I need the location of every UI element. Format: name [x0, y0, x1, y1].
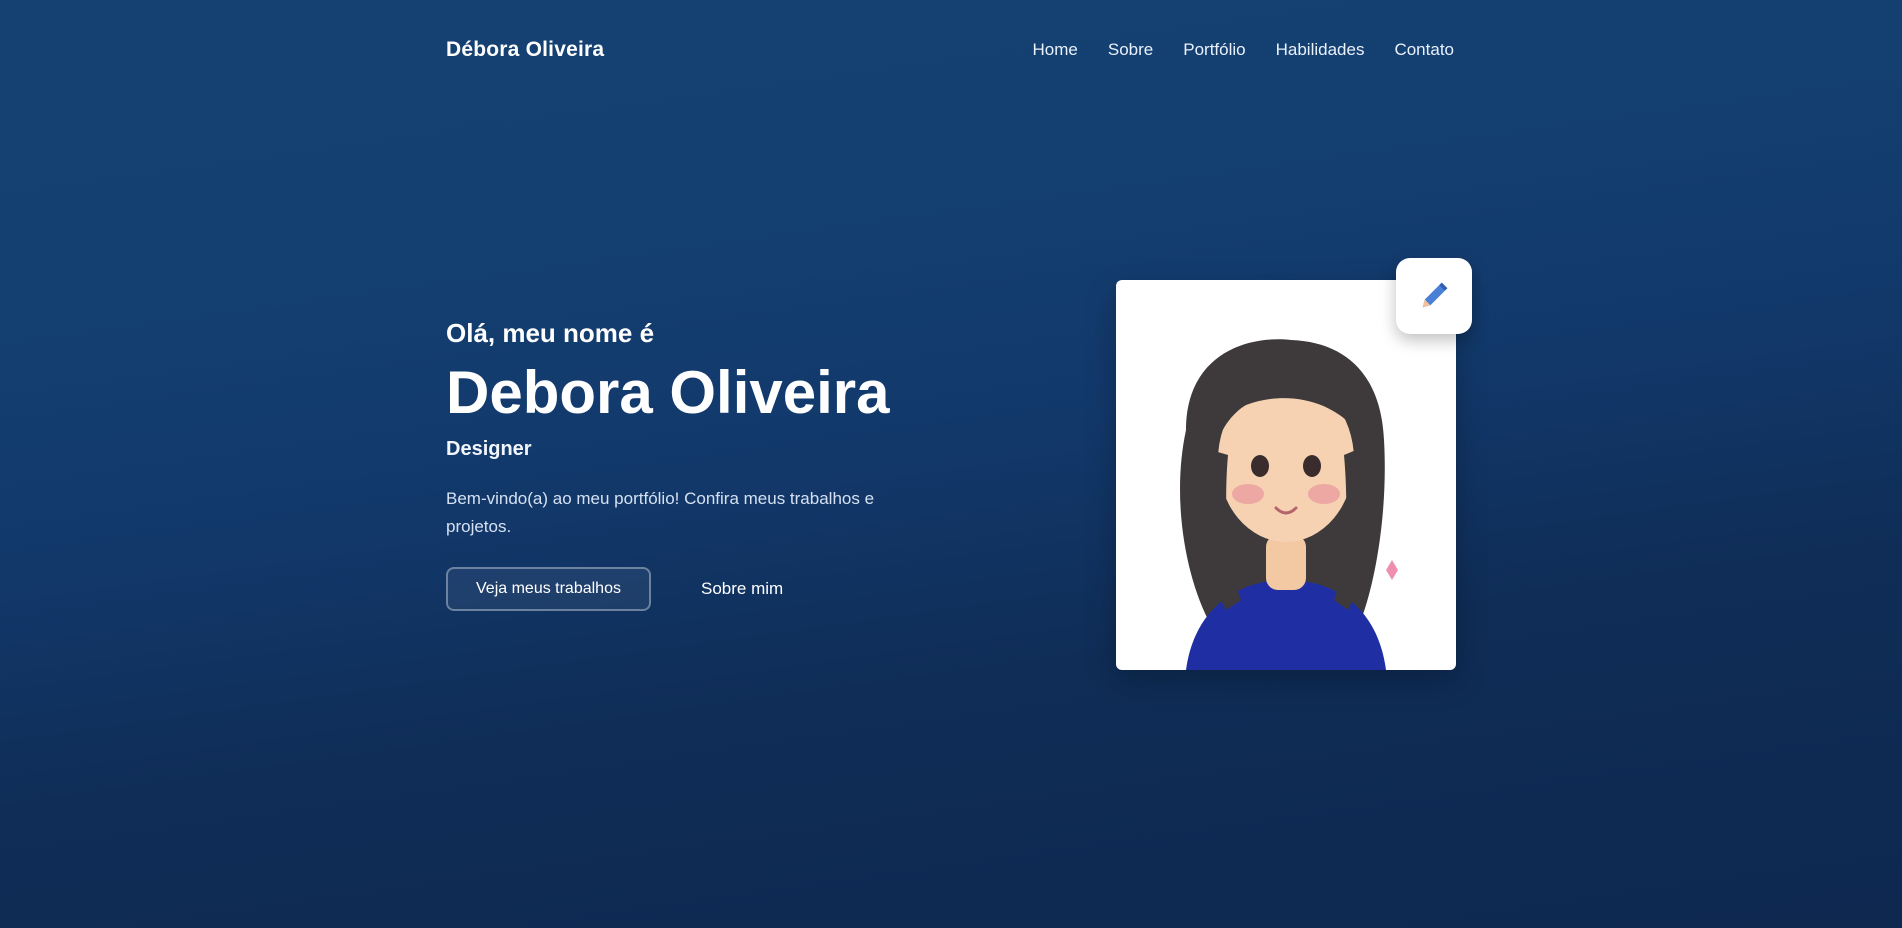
- hero-section: Olá, meu nome é Debora Oliveira Designer…: [446, 318, 946, 611]
- site-logo[interactable]: Débora Oliveira: [446, 38, 604, 62]
- view-work-button[interactable]: Veja meus trabalhos: [446, 567, 651, 611]
- avatar-illustration: [1180, 339, 1398, 670]
- hero-greeting: Olá, meu nome é: [446, 318, 655, 348]
- pencil-icon: [1422, 282, 1448, 308]
- site-header: Débora Oliveira Home Sobre Portfólio Hab…: [0, 0, 1902, 100]
- nav-link-portfolio[interactable]: Portfólio: [1183, 40, 1245, 60]
- hero-name: Debora Oliveira: [446, 359, 890, 426]
- hero-intro: Bem-vindo(a) ao meu portfólio! Confira m…: [446, 489, 875, 536]
- portrait-card: [1116, 280, 1456, 670]
- nav-link-home[interactable]: Home: [1033, 40, 1078, 60]
- about-me-link[interactable]: Sobre mim: [701, 579, 783, 599]
- hero-role: Designer: [446, 438, 532, 460]
- hero-actions: Veja meus trabalhos Sobre mim: [446, 567, 946, 611]
- main-nav: Home Sobre Portfólio Habilidades Contato: [1033, 40, 1455, 60]
- nav-link-skills[interactable]: Habilidades: [1276, 40, 1365, 60]
- nav-link-contact[interactable]: Contato: [1394, 40, 1454, 60]
- edit-photo-button[interactable]: [1396, 258, 1472, 334]
- nav-link-about[interactable]: Sobre: [1108, 40, 1153, 60]
